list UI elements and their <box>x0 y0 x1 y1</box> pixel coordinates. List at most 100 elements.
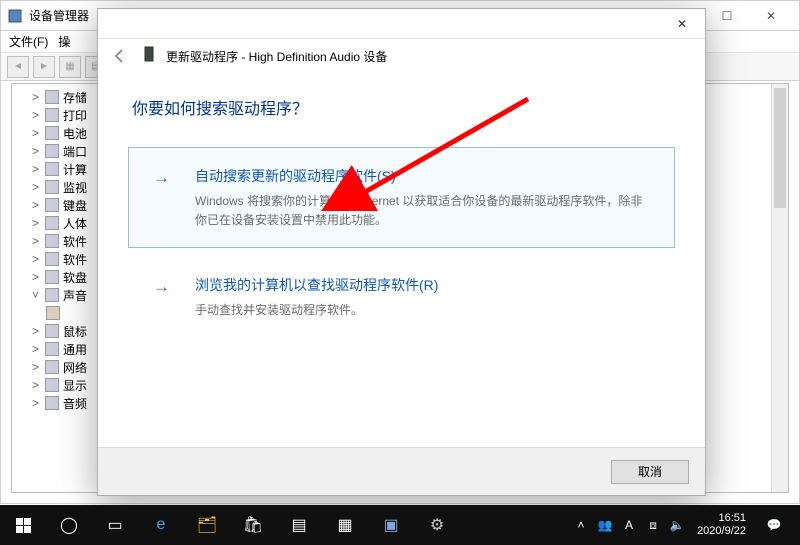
store-icon[interactable]: 🛍 <box>230 505 276 545</box>
expand-icon[interactable]: > <box>30 344 41 355</box>
device-category-icon <box>45 234 59 248</box>
tree-item-label: 存储 <box>63 89 87 106</box>
app2-icon[interactable]: ▦ <box>322 505 368 545</box>
tree-item-label: 人体 <box>63 215 87 232</box>
tree-item-label: 键盘 <box>63 197 87 214</box>
expand-icon[interactable]: > <box>30 236 41 247</box>
device-category-icon <box>45 216 59 230</box>
device-category-icon <box>45 252 59 266</box>
dlg-header: 更新驱动程序 - High Definition Audio 设备 <box>98 39 705 69</box>
taskbar-clock[interactable]: 16:51 2020/9/22 <box>689 512 754 537</box>
expand-icon[interactable]: > <box>30 164 41 175</box>
device-category-icon <box>45 378 59 392</box>
toolbar-back-icon[interactable]: ◄ <box>7 56 29 78</box>
option-browse-title: 浏览我的计算机以查找驱动程序软件(R) <box>195 275 652 295</box>
app3-icon[interactable]: ▣ <box>368 505 414 545</box>
device-category-icon <box>45 162 59 176</box>
tree-item-label: 软盘 <box>63 269 87 286</box>
tree-item-label: 通用 <box>63 341 87 358</box>
option-auto-title: 自动搜索更新的驱动程序软件(S) <box>195 166 652 186</box>
device-category-icon <box>45 324 59 338</box>
update-driver-dialog: ✕ 更新驱动程序 - High Definition Audio 设备 你要如何… <box>97 8 706 496</box>
cancel-button[interactable]: 取消 <box>611 460 689 484</box>
dlg-body: 你要如何搜索驱动程序？ → 自动搜索更新的驱动程序软件(S) Windows 将… <box>98 69 705 451</box>
device-category-icon <box>45 270 59 284</box>
bg-title: 设备管理器 <box>29 7 89 24</box>
expand-icon[interactable]: > <box>30 254 41 265</box>
taskbar: ◯ ▭ e 🗂 🛍 ▤ ▦ ▣ ⚙ ˄ 👥 A ⧈ 🔈 16:51 2020/9… <box>0 505 800 545</box>
device-category-icon <box>45 144 59 158</box>
app-icon <box>7 8 23 24</box>
dlg-header-title: 更新驱动程序 - High Definition Audio 设备 <box>166 48 387 65</box>
expand-icon[interactable]: > <box>30 272 41 283</box>
tree-scrollbar[interactable] <box>771 84 788 492</box>
people-icon[interactable]: 👥 <box>593 505 617 545</box>
device-category-icon <box>45 360 59 374</box>
tree-item-label: 软件 <box>63 233 87 250</box>
speaker-icon <box>46 306 60 320</box>
dlg-device-icon <box>142 46 156 67</box>
device-category-icon <box>45 108 59 122</box>
expand-icon[interactable]: > <box>30 398 41 409</box>
device-category-icon <box>45 198 59 212</box>
option-auto-search[interactable]: → 自动搜索更新的驱动程序软件(S) Windows 将搜索你的计算机和 Int… <box>128 147 675 248</box>
system-tray: ˄ 👥 A ⧈ 🔈 16:51 2020/9/22 💬 <box>569 505 800 545</box>
dlg-close-button[interactable]: ✕ <box>659 9 705 39</box>
device-category-icon <box>45 180 59 194</box>
clock-date: 2020/9/22 <box>697 525 746 538</box>
tree-item-label: 软件 <box>63 251 87 268</box>
option-browse-desc: 手动查找并安装驱动程序软件。 <box>195 301 652 320</box>
arrow-right-icon: → <box>153 168 170 188</box>
cortana-button[interactable]: ◯ <box>46 505 92 545</box>
device-category-icon <box>45 126 59 140</box>
option-auto-desc: Windows 将搜索你的计算机和 Internet 以获取适合你设备的最新驱动… <box>195 192 652 229</box>
expand-icon[interactable]: > <box>30 110 41 121</box>
menu-file[interactable]: 文件(F) <box>9 33 48 50</box>
device-category-icon <box>45 90 59 104</box>
toolbar-fwd-icon[interactable]: ► <box>33 56 55 78</box>
windows-logo-icon <box>16 518 31 533</box>
volume-icon[interactable]: 🔈 <box>665 505 689 545</box>
expand-icon[interactable]: > <box>30 92 41 103</box>
menu-action[interactable]: 操 <box>58 33 70 50</box>
app4-icon[interactable]: ⚙ <box>414 505 460 545</box>
expand-icon[interactable]: > <box>30 146 41 157</box>
start-button[interactable] <box>0 505 46 545</box>
dlg-question: 你要如何搜索驱动程序？ <box>132 95 675 119</box>
clock-time: 16:51 <box>718 512 746 525</box>
device-category-icon <box>45 288 59 302</box>
edge-icon[interactable]: e <box>138 505 184 545</box>
bg-maximize-button[interactable]: ☐ <box>705 2 749 30</box>
expand-icon[interactable]: > <box>30 218 41 229</box>
network-icon[interactable]: ⧈ <box>641 505 665 545</box>
tree-item-label: 鼠标 <box>63 323 87 340</box>
option-browse-computer[interactable]: → 浏览我的计算机以查找驱动程序软件(R) 手动查找并安装驱动程序软件。 <box>128 270 675 325</box>
toolbar-view-icon[interactable]: ▦ <box>59 56 81 78</box>
tree-item-label: 计算 <box>63 161 87 178</box>
task-view-button[interactable]: ▭ <box>92 505 138 545</box>
expand-icon[interactable]: > <box>30 200 41 211</box>
expand-icon[interactable]: > <box>30 380 41 391</box>
expand-icon[interactable]: > <box>30 182 41 193</box>
ime-icon[interactable]: A <box>617 505 641 545</box>
tree-item-label: 音频 <box>63 395 87 412</box>
dlg-footer: 取消 <box>98 447 705 495</box>
tree-item-label: 监视 <box>63 179 87 196</box>
bg-close-button[interactable]: ✕ <box>749 2 793 30</box>
action-center-icon[interactable]: 💬 <box>754 505 794 545</box>
dlg-back-button[interactable] <box>108 44 132 68</box>
app1-icon[interactable]: ▤ <box>276 505 322 545</box>
device-category-icon <box>45 342 59 356</box>
tree-item-label: 网络 <box>63 359 87 376</box>
expand-icon[interactable]: > <box>30 128 41 139</box>
tree-item-label: 声音 <box>63 287 87 304</box>
expand-icon[interactable]: > <box>30 326 41 337</box>
expand-icon[interactable]: > <box>30 362 41 373</box>
arrow-right-icon: → <box>153 277 170 297</box>
file-explorer-icon[interactable]: 🗂 <box>184 505 230 545</box>
tree-item-label: 打印 <box>63 107 87 124</box>
tree-item-label: 端口 <box>63 143 87 160</box>
device-category-icon <box>45 396 59 410</box>
collapse-icon[interactable]: ˅ <box>30 290 41 301</box>
tray-overflow-icon[interactable]: ˄ <box>569 505 593 545</box>
